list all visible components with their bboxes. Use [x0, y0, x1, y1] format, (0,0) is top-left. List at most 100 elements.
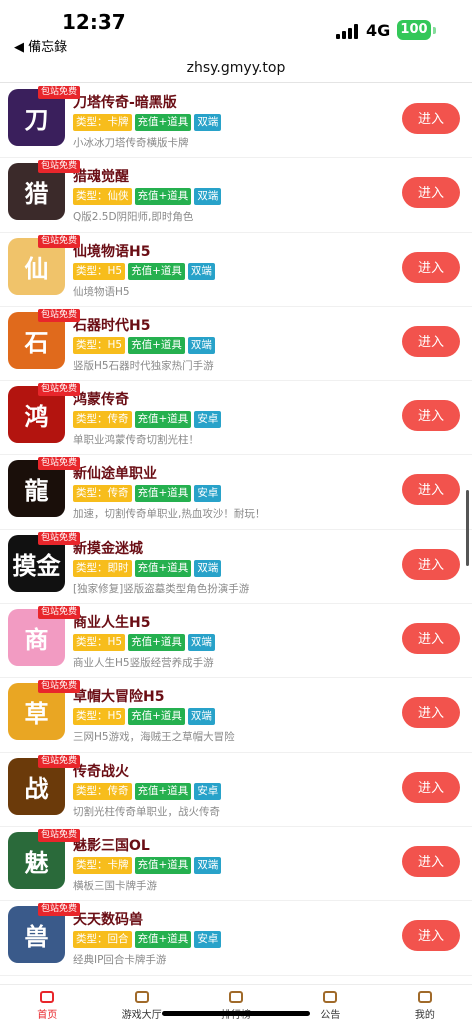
- nav-item-home[interactable]: 首页: [0, 985, 94, 1024]
- tag-platform: 双端: [187, 634, 215, 652]
- free-badge: 包站免费: [38, 828, 81, 842]
- scrollbar[interactable]: [466, 490, 469, 566]
- enter-game-button[interactable]: 进入: [402, 251, 460, 283]
- tag-type: 类型：即时: [73, 559, 132, 577]
- tag-type: 类型：H5: [73, 262, 126, 280]
- tag-platform: 双端: [187, 708, 215, 726]
- home-indicator: [162, 1011, 310, 1016]
- nav-item-notice[interactable]: 公告: [283, 985, 377, 1024]
- status-time: 12:37: [62, 10, 126, 34]
- tag-pay: 充值+道具: [134, 411, 192, 429]
- tag-type: 类型：H5: [73, 708, 126, 726]
- tag-platform: 安卓: [194, 782, 222, 800]
- free-badge: 包站免费: [38, 754, 81, 768]
- game-name[interactable]: 新仙途单职业: [73, 463, 157, 483]
- enter-game-button[interactable]: 进入: [402, 697, 460, 729]
- game-name[interactable]: 传奇战火: [73, 761, 129, 781]
- game-list-item[interactable]: 包站免费 鸿 鸿蒙传奇 类型：传奇 充值+道具 安卓 单职业鸿蒙传奇切割光柱！ …: [0, 381, 472, 456]
- game-description: 单职业鸿蒙传奇切割光柱！: [73, 434, 199, 447]
- tag-type: 类型：回合: [73, 931, 132, 949]
- free-badge: 包站免费: [38, 680, 81, 694]
- ranking-icon: [229, 991, 244, 1003]
- game-description: Q版2.5D阴阳师,即时角色: [73, 211, 194, 224]
- nav-item-game-hall[interactable]: 游戏大厅: [94, 985, 188, 1024]
- game-name[interactable]: 猎魂觉醒: [73, 166, 129, 186]
- enter-game-button[interactable]: 进入: [402, 474, 460, 506]
- tag-pay: 充值+道具: [128, 262, 185, 280]
- enter-game-button[interactable]: 进入: [402, 325, 460, 357]
- game-name[interactable]: 新摸金迷城: [73, 538, 143, 558]
- game-name[interactable]: 魅影三国OL: [73, 835, 150, 855]
- enter-game-button[interactable]: 进入: [402, 920, 460, 952]
- enter-game-button[interactable]: 进入: [402, 845, 460, 877]
- game-list-item[interactable]: 包站免费 石 石器时代H5 类型：H5 充值+道具 双端 竖版H5石器时代独家热…: [0, 307, 472, 382]
- tag-platform: 安卓: [194, 411, 222, 429]
- game-tags: 类型：卡牌 充值+道具 双端: [73, 856, 222, 874]
- game-list-item[interactable]: 包站免费 兽 天天数码兽 类型：回合 充值+道具 安卓 经典IP回合卡牌手游 进…: [0, 901, 472, 976]
- free-badge: 包站免费: [38, 86, 81, 99]
- game-name[interactable]: 草帽大冒险H5: [73, 686, 164, 706]
- game-list-item[interactable]: 包站免费 战 传奇战火 类型：传奇 充值+道具 安卓 切割光柱传奇单职业，战火传…: [0, 753, 472, 827]
- back-to-app-link[interactable]: ◀ 備忘錄: [14, 36, 67, 55]
- enter-game-button[interactable]: 进入: [402, 400, 460, 432]
- enter-game-button[interactable]: 进入: [402, 623, 460, 655]
- nav-item-ranking[interactable]: 排行榜: [189, 985, 283, 1024]
- enter-game-button[interactable]: 进入: [402, 548, 460, 580]
- game-list-item[interactable]: 包站免费 商 商业人生H5 类型：H5 充值+道具 双端 商业人生H5竖版经营养…: [0, 604, 472, 679]
- game-tags: 类型：传奇 充值+道具 安卓: [73, 485, 222, 503]
- game-tags: 类型：H5 充值+道具 双端: [73, 262, 215, 280]
- bottom-nav: 首页 游戏大厅 排行榜 公告 我的: [0, 984, 472, 1024]
- game-name[interactable]: 商业人生H5: [73, 612, 150, 632]
- game-list-item[interactable]: 包站免费 龍 新仙途单职业 类型：传奇 充值+道具 安卓 加速，切割传奇单职业,…: [0, 455, 472, 530]
- tag-type: 类型：传奇: [73, 782, 132, 800]
- tag-pay: 充值+道具: [128, 336, 185, 354]
- game-name[interactable]: 仙境物语H5: [73, 241, 150, 261]
- nav-label: 我的: [414, 1010, 435, 1021]
- game-list-item[interactable]: 包站免费 刀 刀塔传奇-暗黑版 类型：卡牌 充值+道具 双端 小冰冰刀塔传奇横版…: [0, 84, 472, 159]
- game-name[interactable]: 鸿蒙传奇: [73, 389, 129, 409]
- game-description: 加速，切割传奇单职业,热血攻沙！耐玩！: [73, 508, 266, 521]
- game-tags: 类型：卡牌 充值+道具 双端: [73, 114, 222, 131]
- tag-pay: 充值+道具: [134, 931, 192, 949]
- game-description: 横板三国卡牌手游: [73, 879, 157, 892]
- tag-type: 类型：仙侠: [73, 188, 132, 206]
- game-list-item[interactable]: 包站免费 猎 猎魂觉醒 类型：仙侠 充值+道具 双端 Q版2.5D阴阳师,即时角…: [0, 158, 472, 233]
- game-list-item[interactable]: 包站免费 仙 仙境物语H5 类型：H5 充值+道具 双端 仙境物语H5 进入: [0, 233, 472, 307]
- tag-platform: 安卓: [194, 931, 222, 949]
- game-tags: 类型：H5 充值+道具 双端: [73, 708, 215, 726]
- tag-type: 类型：传奇: [73, 411, 132, 429]
- tag-pay: 充值+道具: [134, 856, 192, 874]
- tag-platform: 双端: [187, 262, 215, 280]
- game-name[interactable]: 石器时代H5: [73, 315, 150, 335]
- game-description: 切割光柱传奇单职业，战火传奇: [73, 805, 220, 818]
- enter-game-button[interactable]: 进入: [402, 771, 460, 803]
- game-tags: 类型：H5 充值+道具 双端: [73, 336, 215, 354]
- game-description: 仙境物语H5: [73, 285, 130, 298]
- game-tags: 类型：传奇 充值+道具 安卓: [73, 782, 222, 800]
- free-badge: 包站免费: [38, 903, 81, 917]
- free-badge: 包站免费: [38, 160, 81, 174]
- game-list-item[interactable]: 包站免费 草 草帽大冒险H5 类型：H5 充值+道具 双端 三网H5游戏，海贼王…: [0, 678, 472, 753]
- enter-game-button[interactable]: 进入: [402, 177, 460, 209]
- free-badge: 包站免费: [38, 457, 81, 471]
- enter-game-button[interactable]: 进入: [402, 103, 460, 134]
- network-type: 4G: [366, 21, 391, 40]
- game-list-item[interactable]: 包站免费 摸金 新摸金迷城 类型：即时 充值+道具 双端 [独家修复]竖版盗墓类…: [0, 530, 472, 605]
- game-name[interactable]: 刀塔传奇-暗黑版: [73, 92, 177, 112]
- tag-type: 类型：H5: [73, 336, 126, 354]
- profile-icon: [417, 991, 432, 1003]
- game-description: 小冰冰刀塔传奇横版卡牌: [73, 137, 189, 149]
- free-badge: 包站免费: [38, 234, 81, 248]
- game-description: 三网H5游戏，海贼王之草帽大冒险: [73, 731, 235, 744]
- game-list-item[interactable]: 包站免费 魅 魅影三国OL 类型：卡牌 充值+道具 双端 横板三国卡牌手游 进入: [0, 827, 472, 902]
- tag-platform: 双端: [194, 559, 222, 577]
- game-name[interactable]: 天天数码兽: [73, 909, 143, 929]
- home-icon: [40, 991, 55, 1003]
- battery-icon: 100: [397, 20, 431, 40]
- tag-pay: 充值+道具: [128, 708, 185, 726]
- signal-icon: [336, 23, 360, 39]
- url-bar[interactable]: zhsy.gmyy.top: [0, 58, 472, 84]
- header-divider: [0, 82, 472, 83]
- game-description: [独家修复]竖版盗墓类型角色扮演手游: [73, 582, 250, 595]
- nav-item-profile[interactable]: 我的: [378, 985, 472, 1024]
